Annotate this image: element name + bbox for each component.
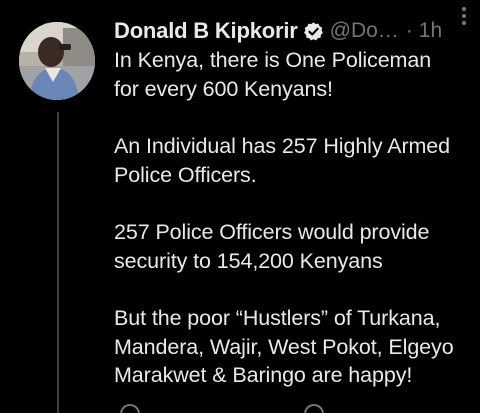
like-icon[interactable] [304,404,324,413]
avatar-photo [19,22,95,100]
verified-badge-icon [303,21,324,42]
reply-icon[interactable] [120,404,140,413]
separator-dot: · [405,19,413,42]
author-name[interactable]: Donald B Kipkorir [114,18,298,44]
tweet[interactable]: Donald B Kipkorir @Do… · 1h In Kenya, th… [0,0,480,413]
tweet-header: Donald B Kipkorir @Do… · 1h [114,14,474,48]
author-handle[interactable]: @Do… [330,19,399,43]
thread-line [57,112,59,413]
paragraph-line: In Kenya, there is One Policeman [114,48,432,72]
paragraph-line: Police Officers. [114,162,257,187]
paragraph-line: for every 600 Kenyans! [114,76,333,101]
timestamp[interactable]: 1h [419,19,442,43]
paragraph-line: But the poor “Hustlers” of Turkana, [114,306,441,330]
paragraph-line: Marakwet & Baringo are happy! [114,363,413,387]
paragraph-line: An Individual has 257 Highly Armed [114,134,451,158]
paragraph-line: security to 154,200 Kenyans [114,248,383,273]
more-vertical-icon[interactable] [456,6,472,26]
action-bar [114,404,474,413]
avatar[interactable] [19,22,95,100]
paragraph-line: Mandera, Wajir, West Pokot, Elgeyo [114,334,454,359]
paragraph-line: 257 Police Officers would provide [114,220,430,244]
tweet-text: In Kenya, there is One Policeman for eve… [114,46,474,390]
